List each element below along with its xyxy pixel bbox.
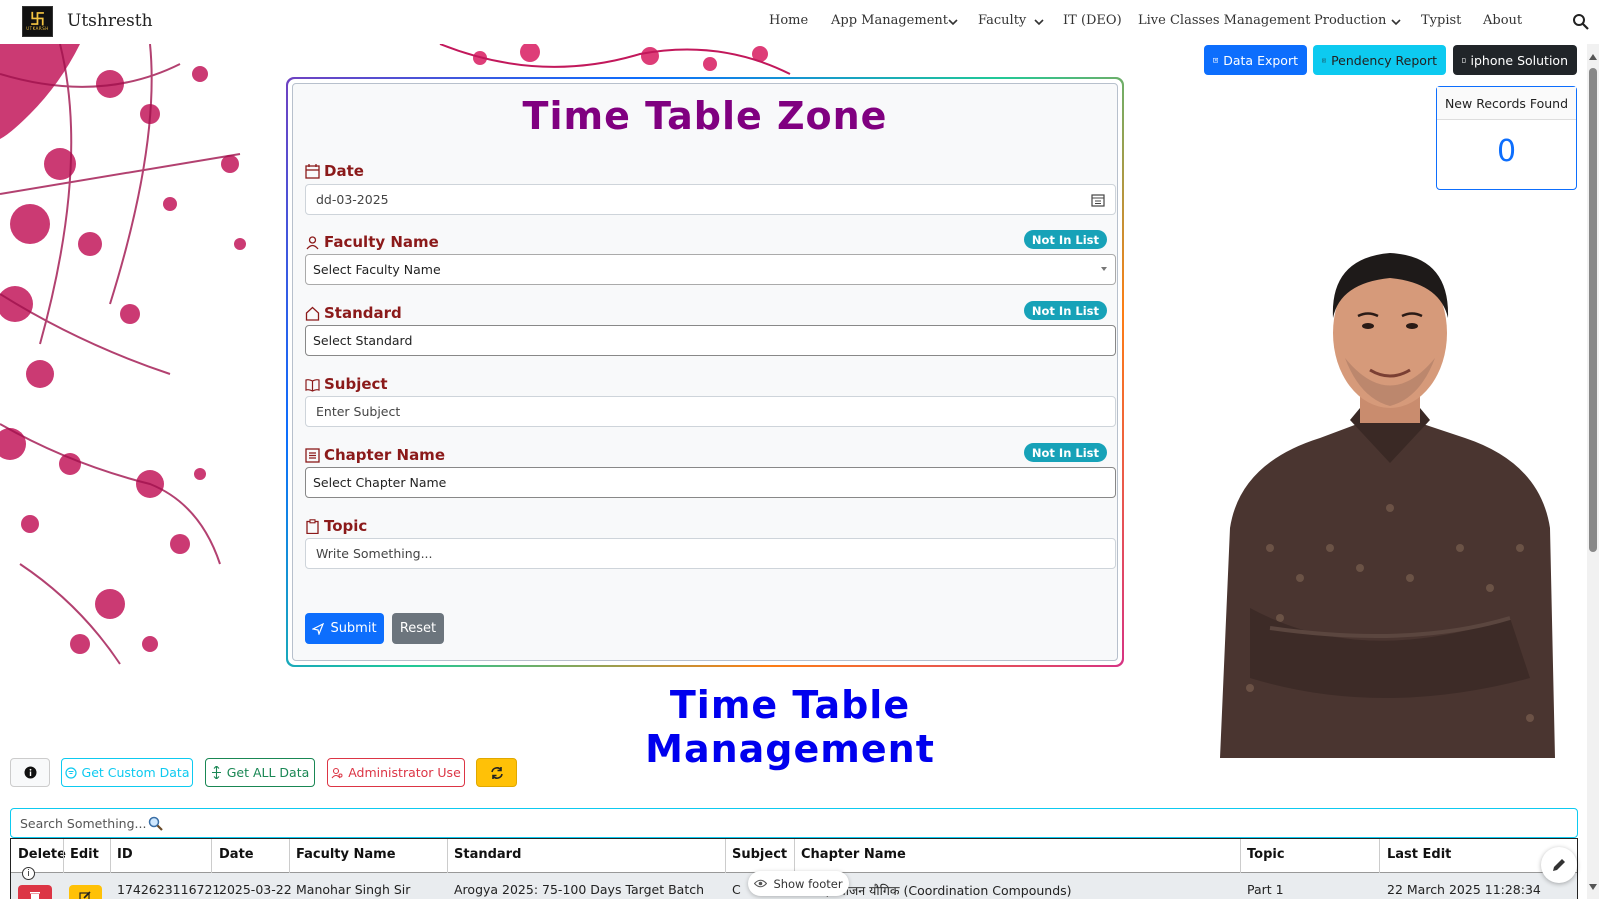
cell-standard: Arogya 2025: 75-100 Days Target Batch	[454, 882, 705, 897]
dropdown-caret-icon	[1101, 267, 1107, 271]
administrator-use-button[interactable]: Administrator Use	[327, 758, 465, 787]
form-title: Time Table Zone	[522, 94, 888, 138]
clipboard-icon	[306, 518, 319, 534]
th-edit: Edit	[70, 847, 99, 862]
edit-row-button[interactable]	[69, 885, 102, 899]
scroll-up-icon[interactable]	[1589, 54, 1597, 60]
chapter-name-label: Chapter Name	[305, 446, 445, 464]
submit-button[interactable]: Submit	[305, 613, 384, 644]
th-faculty-name: Faculty Name	[296, 847, 396, 862]
nav-home[interactable]: Home	[769, 13, 808, 28]
cell-date: 2025-03-22	[219, 882, 292, 897]
admin-person-icon	[331, 767, 343, 778]
th-date: Date	[219, 847, 254, 862]
calendar-picker-icon[interactable]	[1091, 193, 1105, 207]
th-standard: Standard	[454, 847, 522, 862]
nav-typist[interactable]: Typist	[1421, 13, 1461, 28]
brand-logo[interactable]: 卐 UTKARSH	[22, 6, 53, 37]
cell-subject: C	[732, 882, 741, 897]
search-icon[interactable]	[1572, 13, 1589, 30]
nav-faculty[interactable]: Faculty	[978, 13, 1026, 28]
report-icon	[1322, 58, 1327, 62]
th-delete: Delete	[18, 847, 66, 862]
iphone-solution-button[interactable]: iphone Solution	[1453, 45, 1577, 75]
page-scrollbar[interactable]	[1587, 44, 1599, 899]
cell-last-edit: 22 March 2025 11:28:34	[1387, 882, 1541, 897]
standard-not-in-list-badge[interactable]: Not In List	[1023, 301, 1107, 320]
export-icon	[1213, 57, 1219, 63]
scroll-thumb[interactable]	[1589, 68, 1597, 552]
top-navbar: 卐 UTKARSH Utshresth Home App Management …	[0, 0, 1599, 44]
subject-input[interactable]: Enter Subject	[305, 396, 1116, 427]
reset-button[interactable]: Reset	[392, 613, 444, 644]
faculty-portrait-image	[1220, 253, 1555, 758]
floral-top-decoration	[439, 44, 791, 75]
arrows-expand-icon	[211, 766, 221, 779]
house-icon	[305, 306, 320, 321]
table-header: Delete Edit ID Date Faculty Name Standar…	[11, 839, 1577, 873]
standard-label: Standard	[305, 304, 402, 322]
data-export-button[interactable]: Data Export	[1204, 45, 1307, 75]
nav-app-management[interactable]: App Management	[831, 13, 948, 28]
new-records-card: New Records Found 0	[1436, 86, 1577, 190]
brand-name[interactable]: Utshresth	[67, 11, 153, 31]
trash-icon	[30, 892, 40, 899]
chapter-name-select[interactable]: Select Chapter Name	[305, 467, 1116, 498]
scroll-down-icon[interactable]	[1589, 884, 1597, 890]
filter-circle-icon	[64, 766, 77, 779]
floral-background-decoration	[0, 44, 246, 665]
pencil-square-icon	[79, 891, 91, 899]
info-icon	[24, 766, 36, 779]
new-records-title: New Records Found	[1437, 87, 1576, 120]
person-icon	[306, 235, 319, 249]
topic-label: Topic	[305, 517, 367, 535]
new-records-count: 0	[1496, 134, 1517, 169]
table-search-input[interactable]: Search Something...	[10, 808, 1578, 838]
floating-edit-button[interactable]	[1541, 847, 1577, 883]
eye-icon	[754, 879, 768, 888]
chevron-down-icon[interactable]	[1032, 15, 1046, 29]
show-footer-button[interactable]: Show footer	[748, 871, 849, 896]
get-all-data-button[interactable]: Get ALL Data	[205, 758, 315, 787]
book-icon	[305, 378, 320, 392]
faculty-not-in-list-badge[interactable]: Not In List	[1023, 230, 1107, 249]
th-topic: Topic	[1247, 847, 1285, 862]
faculty-name-select[interactable]: Select Faculty Name	[305, 254, 1116, 285]
nav-live-classes[interactable]: Live Classes Management	[1138, 13, 1310, 28]
refresh-icon	[490, 766, 503, 779]
th-id: ID	[117, 847, 133, 862]
chevron-down-icon[interactable]	[946, 15, 960, 29]
nav-it-deo[interactable]: IT (DEO)	[1063, 13, 1122, 28]
phone-icon	[1462, 57, 1466, 63]
th-chapter-name: Chapter Name	[801, 847, 906, 862]
cell-topic: Part 1	[1247, 882, 1284, 897]
faculty-name-label: Faculty Name	[305, 233, 439, 251]
topic-input[interactable]: Write Something...	[305, 538, 1116, 569]
management-title: Time Table Management	[645, 683, 935, 771]
list-icon	[305, 447, 320, 463]
info-button[interactable]	[10, 758, 50, 787]
pendency-report-button[interactable]: Pendency Report	[1313, 45, 1446, 75]
pencil-icon	[1553, 859, 1565, 871]
nav-production[interactable]: Production	[1314, 13, 1386, 28]
send-icon	[312, 622, 325, 635]
calendar-icon	[305, 163, 320, 179]
chapter-not-in-list-badge[interactable]: Not In List	[1023, 443, 1107, 462]
magnifier-icon	[149, 816, 164, 831]
delete-row-button[interactable]	[18, 885, 52, 899]
th-subject: Subject	[732, 847, 788, 862]
th-last-edit: Last Edit	[1387, 847, 1452, 862]
cell-id: 1742623116721	[117, 882, 221, 897]
nav-about[interactable]: About	[1483, 13, 1522, 28]
chevron-down-icon[interactable]	[1389, 15, 1403, 29]
date-label: Date	[305, 162, 364, 180]
cell-faculty: Manohar Singh Sir	[296, 882, 411, 897]
time-table-form-card: Time Table Zone Date dd-03-2025 Faculty …	[286, 77, 1124, 667]
get-custom-data-button[interactable]: Get Custom Data	[61, 758, 193, 787]
standard-select[interactable]: Select Standard	[305, 325, 1116, 356]
subject-label: Subject	[305, 375, 388, 393]
row-info-icon[interactable]: i	[22, 867, 35, 880]
date-input[interactable]: dd-03-2025	[305, 184, 1116, 215]
refresh-button[interactable]	[476, 758, 517, 787]
